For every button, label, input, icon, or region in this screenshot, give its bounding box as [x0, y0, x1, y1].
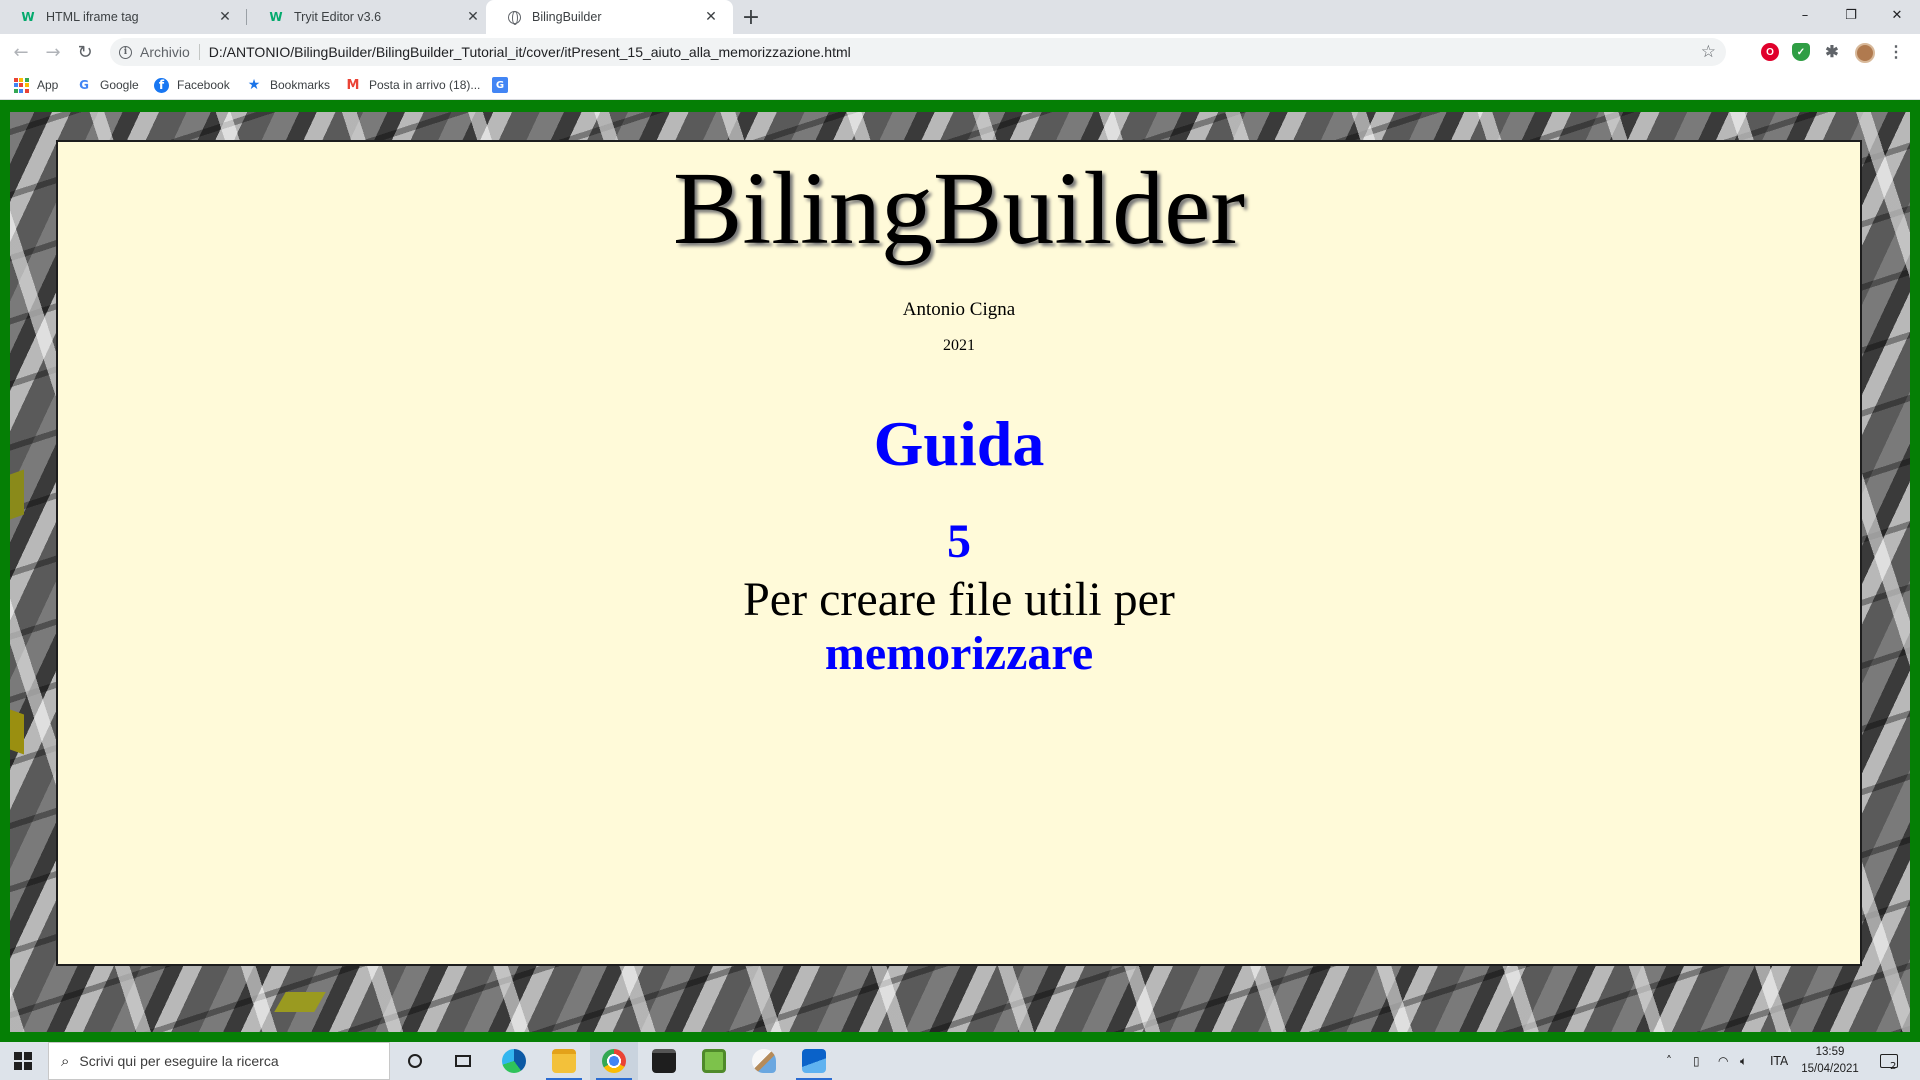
kebab-menu-icon[interactable]: ⋮	[1887, 43, 1905, 61]
info-icon[interactable]: i	[119, 45, 132, 59]
publication-year: 2021	[943, 337, 975, 354]
notifications-button[interactable]: 2	[1880, 1042, 1904, 1080]
minimize-button[interactable]: –	[1782, 0, 1828, 30]
taskbar-notepad[interactable]	[690, 1042, 738, 1080]
w3schools-icon: W	[21, 10, 35, 24]
taskbar-file-explorer[interactable]	[540, 1042, 588, 1080]
guide-heading: Guida	[873, 408, 1045, 479]
profile-avatar[interactable]	[1855, 43, 1875, 63]
bookmark-star-icon[interactable]: ☆	[1701, 42, 1716, 62]
tab-strip: W HTML iframe tag ✕ W Tryit Editor v3.6 …	[0, 0, 1920, 34]
browser-toolbar: ← → ↻ i Archivio D:/ANTONIO/BilingBuilde…	[0, 34, 1920, 70]
arrow-right-icon: →	[45, 41, 61, 63]
clock-date: 15/04/2021	[1801, 1063, 1859, 1075]
guide-number: 5	[947, 515, 971, 568]
notifications-count: 2	[1890, 1060, 1897, 1072]
photo-collage-background: BilingBuilder Antonio Cigna 2021 Guida 5…	[10, 112, 1910, 1032]
brand-title: BilingBuilder	[673, 151, 1245, 266]
globe-icon	[506, 9, 522, 25]
clock-time: 13:59	[1815, 1046, 1845, 1058]
edge-icon	[502, 1049, 526, 1073]
bookmark-label: Posta in arrivo (18)...	[369, 78, 481, 92]
close-icon[interactable]: ✕	[703, 9, 719, 25]
windows-logo-icon	[14, 1052, 32, 1070]
google-icon: G	[79, 78, 89, 92]
bookmark-label: Bookmarks	[270, 78, 331, 92]
search-icon: ⌕	[61, 1052, 70, 1070]
taskbar-search[interactable]: ⌕ Scrivi qui per eseguire la ricerca	[48, 1042, 390, 1080]
bookmark-google[interactable]: G Google	[76, 75, 139, 95]
tab-tryit-editor[interactable]: W Tryit Editor v3.6 ✕	[248, 0, 495, 34]
task-view-icon	[455, 1055, 471, 1067]
puzzle-extensions-icon[interactable]: ✱	[1823, 43, 1841, 61]
reload-button[interactable]: ↻	[71, 38, 99, 66]
network-icon[interactable]: ◠	[1718, 1042, 1728, 1080]
search-placeholder: Scrivi qui per eseguire la ricerca	[79, 1053, 279, 1069]
scheme-label: Archivio	[140, 44, 190, 60]
taskbar-photos[interactable]	[790, 1042, 838, 1080]
bookmark-label: Google	[100, 78, 139, 92]
tab-bilingbuilder[interactable]: BilingBuilder ✕	[486, 0, 733, 34]
bookmarks-bar: App G Google f Facebook ★ Bookmarks M Po…	[0, 70, 1920, 100]
tray-overflow-button[interactable]: ˄	[1666, 1042, 1672, 1080]
bookmark-translate[interactable]: G	[492, 75, 516, 95]
taskbar-paint[interactable]	[740, 1042, 788, 1080]
taskbar-terminal[interactable]	[640, 1042, 688, 1080]
shield-extension-icon[interactable]: ✓	[1792, 43, 1810, 61]
w3schools-icon: W	[269, 10, 283, 24]
new-tab-button[interactable]: +	[738, 4, 764, 30]
taskbar-edge[interactable]	[490, 1042, 538, 1080]
terminal-icon	[652, 1049, 676, 1073]
bookmark-label: App	[37, 78, 59, 92]
task-view-button[interactable]	[440, 1042, 486, 1080]
tab-html-iframe[interactable]: W HTML iframe tag ✕	[0, 0, 247, 34]
omnibox-divider	[198, 44, 200, 60]
folder-icon	[552, 1049, 576, 1073]
star-icon: ★	[247, 77, 261, 93]
tab-title: BilingBuilder	[532, 10, 602, 24]
taskbar-chrome[interactable]	[590, 1042, 638, 1080]
facebook-icon: f	[154, 77, 169, 93]
bookmark-bookmarks[interactable]: ★ Bookmarks	[246, 75, 330, 95]
address-bar[interactable]: i Archivio D:/ANTONIO/BilingBuilder/Bili…	[110, 38, 1726, 66]
paint-brush-icon	[752, 1049, 776, 1073]
guide-keyword: memorizzare	[824, 627, 1094, 680]
arrow-left-icon: ←	[13, 41, 29, 63]
cortana-circle-icon	[408, 1054, 422, 1068]
forward-button[interactable]: →	[39, 38, 67, 66]
close-window-button[interactable]: ✕	[1874, 0, 1920, 30]
close-icon[interactable]: ✕	[465, 9, 481, 25]
bookmark-app[interactable]: App	[13, 75, 58, 95]
page-viewport: BilingBuilder Antonio Cigna 2021 Guida 5…	[0, 100, 1920, 1042]
photos-icon	[802, 1049, 826, 1073]
bookmark-label: Facebook	[177, 78, 230, 92]
start-button[interactable]	[0, 1042, 46, 1080]
cover-card: BilingBuilder Antonio Cigna 2021 Guida 5…	[56, 140, 1862, 966]
notepad-icon	[702, 1049, 726, 1073]
translate-icon: G	[492, 77, 508, 93]
apps-grid-icon	[13, 77, 29, 93]
cortana-button[interactable]	[392, 1042, 438, 1080]
tray-device-icon[interactable]: ▯	[1693, 1042, 1700, 1080]
tab-title: HTML iframe tag	[46, 10, 139, 24]
restore-button[interactable]: ❐	[1828, 0, 1874, 30]
reload-icon: ↻	[77, 41, 93, 63]
chrome-icon	[602, 1049, 626, 1073]
back-button[interactable]: ←	[7, 38, 35, 66]
close-icon[interactable]: ✕	[217, 9, 233, 25]
windows-taskbar: ⌕ Scrivi qui per eseguire la ricerca ˄ ▯…	[0, 1042, 1920, 1080]
bookmark-facebook[interactable]: f Facebook	[154, 75, 230, 95]
tab-title: Tryit Editor v3.6	[294, 10, 382, 24]
chevron-up-icon: ˄	[1666, 1054, 1672, 1068]
author-name: Antonio Cigna	[902, 299, 1016, 320]
taskbar-clock[interactable]: 13:59 15/04/2021	[1790, 1044, 1870, 1078]
volume-icon[interactable]: 🔈︎	[1740, 1042, 1747, 1080]
guide-subtitle: Per creare file utili per	[743, 573, 1175, 626]
opera-adblock-icon[interactable]: O	[1761, 43, 1779, 61]
bookmark-gmail[interactable]: M Posta in arrivo (18)...	[345, 75, 481, 95]
url-text[interactable]: D:/ANTONIO/BilingBuilder/BilingBuilder_T…	[209, 44, 851, 60]
gmail-icon: M	[346, 77, 360, 93]
language-indicator[interactable]: ITA	[1770, 1042, 1788, 1080]
